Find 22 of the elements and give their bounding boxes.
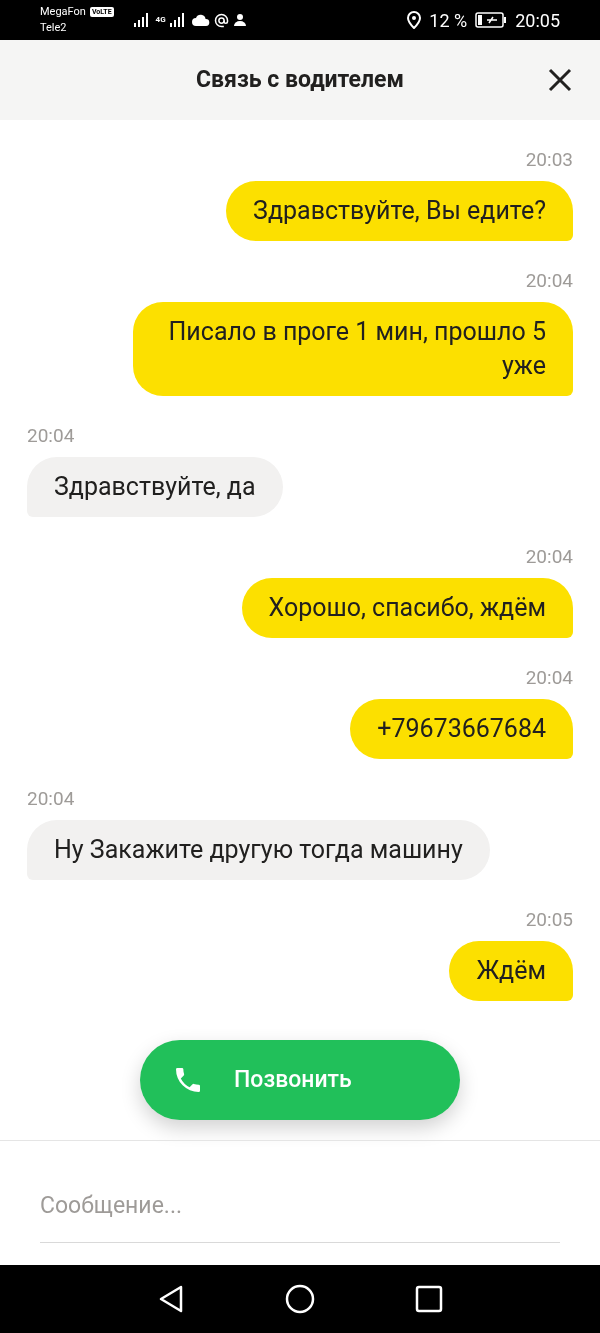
message-time: 20:04 [27,787,75,811]
message-input-field[interactable]: Сообщение... [40,1171,560,1243]
battery-percent: 12 % [429,8,468,33]
sent-message-bubble: Писало в проге 1 мин, прошло 5 уже [133,302,573,396]
received-message-bubble: Ну Закажите другую тогда машину [27,820,490,880]
header-title: Связь с водителем [196,64,404,95]
message-time: 20:03 [525,148,573,172]
message-time: 20:04 [525,545,573,569]
call-button[interactable]: Позвонить [140,1040,460,1120]
message-time: 20:04 [525,269,573,293]
sent-message-bubble: Хорошо, спасибо, ждём [241,578,573,638]
carrier-label: Tele2 [40,20,68,36]
message-time: 20:05 [525,908,573,932]
carrier-label: MegaFon [40,4,86,20]
sent-message-bubble: Здравствуйте, Вы едите? [226,181,573,241]
received-message-bubble: Здравствуйте, да [27,457,283,517]
network-type-label: 4G [155,14,166,26]
message-time: 20:04 [525,666,573,690]
message-time: 20:04 [27,424,75,448]
sent-message-bubble: +79673667684 [350,699,573,759]
clock-time: 20:05 [515,8,560,33]
sent-message-bubble: Ждём [449,941,573,1001]
